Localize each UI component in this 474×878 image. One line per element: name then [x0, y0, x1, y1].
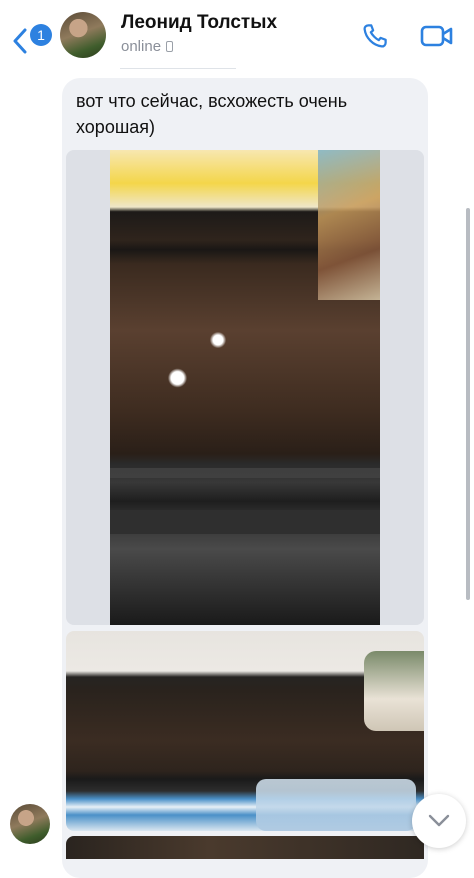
message-text: вот что сейчас, всхожесть очень хорошая) [76, 91, 348, 137]
chevron-left-icon [13, 28, 27, 54]
unread-badge: 1 [30, 24, 52, 46]
contact-status: online [121, 38, 174, 55]
contact-name[interactable]: Леонид Толстых [121, 12, 277, 34]
back-button[interactable]: 1 [8, 14, 52, 54]
video-call-button[interactable] [420, 24, 454, 48]
contact-avatar[interactable] [60, 12, 106, 58]
scroll-to-bottom-button[interactable] [412, 794, 466, 848]
photo-detail [364, 651, 424, 731]
seedling-tray-photo [110, 150, 380, 625]
photo-attachment[interactable] [66, 150, 424, 625]
photo-attachment[interactable] [66, 631, 424, 831]
header-divider [120, 68, 236, 69]
status-text: online [121, 38, 162, 55]
sender-avatar[interactable] [10, 804, 50, 844]
photo-detail [318, 150, 380, 300]
scrollbar[interactable] [466, 208, 470, 600]
call-button[interactable] [360, 21, 390, 51]
phone-icon [363, 24, 387, 48]
photo-attachment[interactable] [66, 836, 424, 859]
chat-header: 1 Леонид Толстых online [0, 0, 474, 69]
chevron-down-icon [428, 814, 450, 827]
photo-detail [256, 779, 416, 831]
mobile-icon [166, 41, 174, 52]
video-camera-icon [420, 25, 453, 47]
photo-detail [110, 468, 380, 478]
photo-detail [110, 510, 380, 534]
